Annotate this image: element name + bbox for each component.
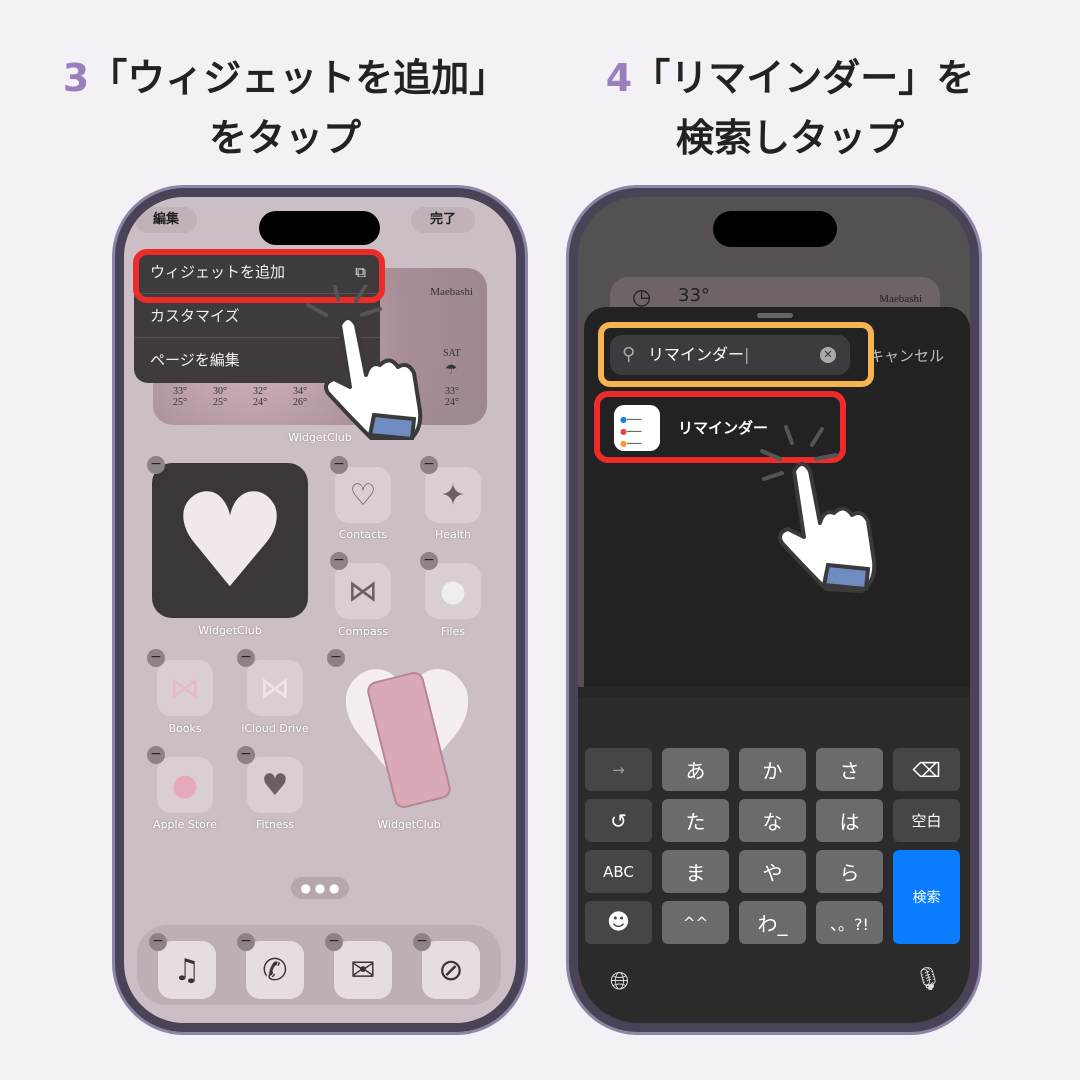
done-button[interactable]: 完了 [411, 207, 475, 233]
dynamic-island [713, 211, 837, 247]
remove-icon[interactable]: − [237, 933, 255, 951]
remove-icon[interactable]: − [149, 933, 167, 951]
search-key[interactable]: 検索 [893, 850, 960, 944]
strawberry-icon: ● [439, 573, 467, 609]
key-ya[interactable]: や [739, 850, 806, 893]
apple-store-app[interactable]: ● [157, 757, 213, 813]
sparkle-icon: ✦ [440, 477, 466, 513]
fitness-app[interactable]: ♥ [247, 757, 303, 813]
key-ka[interactable]: か [739, 748, 806, 791]
phone-widget[interactable]: ♥ [331, 650, 483, 820]
highlight-search [598, 322, 874, 387]
music-icon[interactable]: ♫ [158, 941, 216, 999]
step-4-title: 4「リマインダー」を 検索しタップ [605, 56, 975, 160]
remove-icon[interactable]: − [413, 933, 431, 951]
globe-icon[interactable]: 🌐︎ [610, 967, 629, 995]
strawberry-icon: ● [171, 767, 199, 803]
weather-city: Maebashi [430, 286, 473, 298]
safari-icon[interactable]: ⊘ [422, 941, 480, 999]
remove-icon[interactable]: − [325, 933, 343, 951]
weather-city: Maebashi [879, 293, 922, 305]
key-punctuation[interactable]: 、。?! [816, 901, 883, 944]
sheet-grabber[interactable] [757, 313, 793, 318]
heart-outline-icon: ♡ [349, 477, 377, 513]
key-na[interactable]: な [739, 799, 806, 842]
contacts-app[interactable]: ♡ [335, 467, 391, 523]
tap-hand-icon [306, 285, 423, 440]
bow-icon: ⋈ [170, 670, 200, 706]
health-app[interactable]: ✦ [425, 467, 481, 523]
remove-icon[interactable]: − [147, 649, 165, 667]
key-sa[interactable]: さ [816, 748, 883, 791]
widget-label: WidgetClub [377, 818, 441, 831]
key-arrow[interactable]: → [585, 748, 652, 791]
right-screen: ◷ 33° Maebashi ⚲ リマインダー| ✕ キャンセル ●─── ●──… [578, 197, 970, 1023]
weather-day: SAT [443, 348, 461, 359]
remove-icon[interactable]: − [330, 456, 348, 474]
key-abc[interactable]: ABC [585, 850, 652, 893]
key-ma[interactable]: ま [662, 850, 729, 893]
app-label: Apple Store [153, 818, 217, 831]
icloud-drive-app[interactable]: ⋈ [247, 660, 303, 716]
app-label: Health [434, 528, 472, 541]
widget-label: WidgetClub [198, 624, 262, 637]
weather-temp: 33° [678, 285, 710, 306]
key-wa[interactable]: わ_ [739, 901, 806, 944]
step-3-title: 3「ウィジェットを追加」 をタップ [62, 56, 508, 160]
books-app[interactable]: ⋈ [157, 660, 213, 716]
microphone-icon[interactable]: 🎙︎ [914, 967, 942, 992]
remove-icon[interactable]: − [147, 456, 165, 474]
key-kaomoji[interactable]: ^^ [662, 901, 729, 944]
ribbon-icon: ⋈ [348, 573, 378, 609]
remove-icon[interactable]: − [327, 649, 345, 667]
key-ra[interactable]: ら [816, 850, 883, 893]
remove-icon[interactable]: − [420, 456, 438, 474]
compass-app[interactable]: ⋈ [335, 563, 391, 619]
key-ta[interactable]: た [662, 799, 729, 842]
app-label: Fitness [255, 818, 295, 831]
phone-icon[interactable]: ✆ [246, 941, 304, 999]
tap-hand-icon [760, 425, 877, 593]
edit-button[interactable]: 編集 [135, 207, 197, 233]
page-indicator[interactable]: ● ● ● [291, 877, 349, 899]
weather-forecast: 33° 25° 30° 25° 32° 24° 34° 26° [173, 386, 307, 408]
chrome-heart-icon: ♥ [261, 767, 289, 803]
remove-icon[interactable]: − [147, 746, 165, 764]
emoji-icon[interactable]: ☻ [585, 901, 652, 944]
remove-icon[interactable]: − [330, 552, 348, 570]
mail-icon[interactable]: ✉ [334, 941, 392, 999]
bow-icon: ⋈ [260, 670, 290, 706]
backspace-icon[interactable]: ⌫ [893, 748, 960, 791]
key-a[interactable]: あ [662, 748, 729, 791]
app-label: Contacts [338, 528, 388, 541]
files-app[interactable]: ● [425, 563, 481, 619]
remove-icon[interactable]: − [420, 552, 438, 570]
app-label: Books [168, 722, 202, 735]
dynamic-island [259, 211, 380, 245]
key-ha[interactable]: は [816, 799, 883, 842]
weather-forecast-sat: 33° 24° [445, 386, 459, 408]
heart-icon: ♥ [171, 464, 289, 617]
app-label: iCloud Drive [241, 722, 309, 735]
remove-icon[interactable]: − [237, 746, 255, 764]
remove-icon[interactable]: − [237, 649, 255, 667]
umbrella-icon: ☂ [445, 362, 458, 378]
heart-widget[interactable]: ♥ [152, 463, 308, 618]
cancel-button[interactable]: キャンセル [869, 345, 944, 366]
key-space[interactable]: 空白 [893, 799, 960, 842]
undo-icon[interactable]: ↺ [585, 799, 652, 842]
